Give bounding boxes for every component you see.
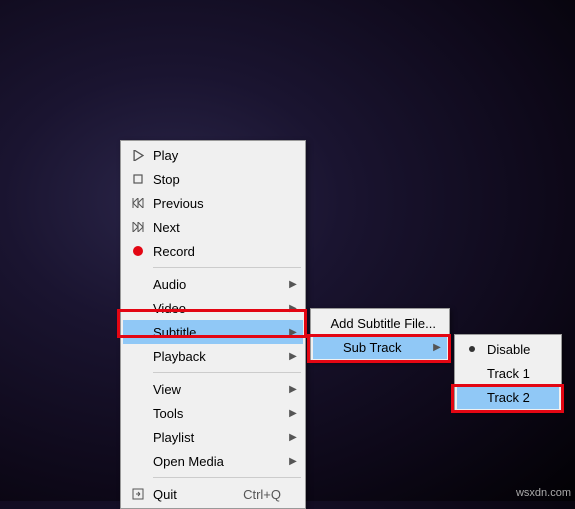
previous-icon [123,198,153,208]
submenu-subtitle: Add Subtitle File... Sub Track ▶ [310,308,450,362]
menu-item-playback[interactable]: Playback ▶ [123,344,303,368]
menu-item-label: Track 2 [487,390,555,405]
menu-item-track1[interactable]: Track 1 [457,361,559,385]
menu-item-label: Open Media [153,454,287,469]
submenu-arrow-icon: ▶ [287,327,299,338]
menu-item-record[interactable]: Record [123,239,303,263]
menu-item-add-subtitle-file[interactable]: Add Subtitle File... [313,311,447,335]
menu-item-sub-track[interactable]: Sub Track ▶ [313,335,447,359]
menu-item-playlist[interactable]: Playlist ▶ [123,425,303,449]
menu-item-open-media[interactable]: Open Media ▶ [123,449,303,473]
submenu-arrow-icon: ▶ [287,432,299,443]
submenu-arrow-icon: ▶ [431,342,443,353]
menu-item-label: Playback [153,349,287,364]
menu-item-label: Previous [153,196,287,211]
menu-item-stop[interactable]: Stop [123,167,303,191]
stop-icon [123,174,153,184]
menu-item-audio[interactable]: Audio ▶ [123,272,303,296]
menu-item-disable[interactable]: Disable [457,337,559,361]
menu-item-label: Audio [153,277,287,292]
menu-item-label: Tools [153,406,287,421]
menu-item-next[interactable]: Next [123,215,303,239]
submenu-arrow-icon: ▶ [287,279,299,290]
submenu-sub-track: Disable Track 1 Track 2 [454,334,562,412]
menu-item-label: Next [153,220,287,235]
menu-item-previous[interactable]: Previous [123,191,303,215]
menu-item-label: Track 1 [487,366,555,381]
menu-separator [153,372,301,373]
submenu-arrow-icon: ▶ [287,408,299,419]
submenu-arrow-icon: ▶ [287,303,299,314]
menu-item-label: Playlist [153,430,287,445]
menu-separator [153,267,301,268]
menu-item-label: Subtitle [153,325,287,340]
menu-item-label: View [153,382,287,397]
menu-item-label: Stop [153,172,287,187]
play-icon [123,150,153,161]
menu-item-label: Record [153,244,287,259]
menu-item-label: Disable [487,342,555,357]
menu-item-shortcut: Ctrl+Q [243,487,287,502]
menu-item-label: Quit [153,487,243,502]
submenu-arrow-icon: ▶ [287,456,299,467]
menu-item-label: Video [153,301,287,316]
menu-item-track2[interactable]: Track 2 [457,385,559,409]
radio-selected-icon [457,346,487,352]
menu-item-label: Sub Track [343,340,431,355]
context-menu-main: Play Stop Previous Next Record Audio ▶ [120,140,306,509]
submenu-arrow-icon: ▶ [287,384,299,395]
next-icon [123,222,153,232]
menu-separator [153,477,301,478]
menu-item-tools[interactable]: Tools ▶ [123,401,303,425]
submenu-arrow-icon: ▶ [287,351,299,362]
menu-item-quit[interactable]: Quit Ctrl+Q [123,482,303,506]
quit-icon [123,488,153,500]
menu-item-label: Add Subtitle File... [331,316,437,331]
menu-item-play[interactable]: Play [123,143,303,167]
menu-item-subtitle[interactable]: Subtitle ▶ [123,320,303,344]
menu-item-view[interactable]: View ▶ [123,377,303,401]
menu-item-video[interactable]: Video ▶ [123,296,303,320]
watermark: wsxdn.com [516,487,571,499]
menu-item-label: Play [153,148,287,163]
record-icon [123,245,153,257]
